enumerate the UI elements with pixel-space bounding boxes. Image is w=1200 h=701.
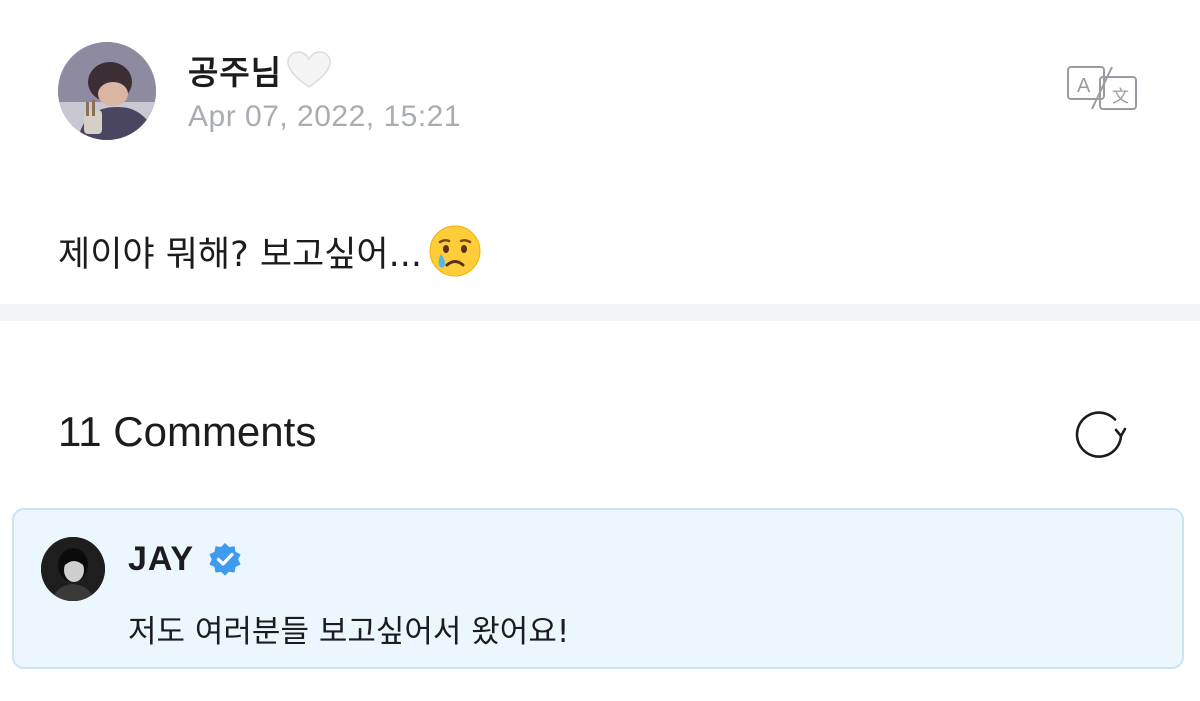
translate-button[interactable]: A 文 — [1066, 65, 1138, 111]
refresh-button[interactable] — [1072, 409, 1132, 461]
svg-text:文: 文 — [1112, 87, 1129, 107]
section-divider — [0, 304, 1200, 321]
author-row: 공주님 — [188, 48, 461, 92]
comments-title: 11 Comments — [58, 408, 317, 455]
post-body: 제이야 뭐해? 보고싶어... — [58, 224, 482, 278]
svg-text:A: A — [1077, 75, 1091, 97]
crying-face-emoji — [428, 224, 482, 278]
author-block: 공주님 Apr 07, 2022, 15:21 — [188, 48, 461, 134]
author-avatar[interactable] — [58, 42, 156, 140]
post-date: Apr 07, 2022, 15:21 — [188, 100, 462, 133]
post-body-text: 제이야 뭐해? 보고싶어... — [58, 234, 423, 275]
post-detail-page: 공주님 Apr 07, 2022, 15:21 A 文 제이야 뭐해? 보고싶어… — [0, 0, 1200, 701]
comment-avatar[interactable] — [41, 537, 105, 601]
translate-icon: A 文 — [1067, 66, 1137, 110]
comment-text: 저도 여러분들 보고싶어서 왔어요! — [128, 614, 570, 650]
post-header: 공주님 Apr 07, 2022, 15:21 — [58, 42, 461, 140]
refresh-icon — [1075, 411, 1127, 458]
comment-author-row: JAY — [128, 536, 242, 582]
comment-author[interactable]: JAY — [128, 540, 194, 579]
author-name[interactable]: 공주님 — [188, 46, 282, 94]
comment-item: JAY 저도 여러분들 보고싶어서 왔어요! — [12, 508, 1184, 669]
white-heart-icon — [286, 50, 332, 90]
verified-badge-icon — [208, 542, 242, 576]
